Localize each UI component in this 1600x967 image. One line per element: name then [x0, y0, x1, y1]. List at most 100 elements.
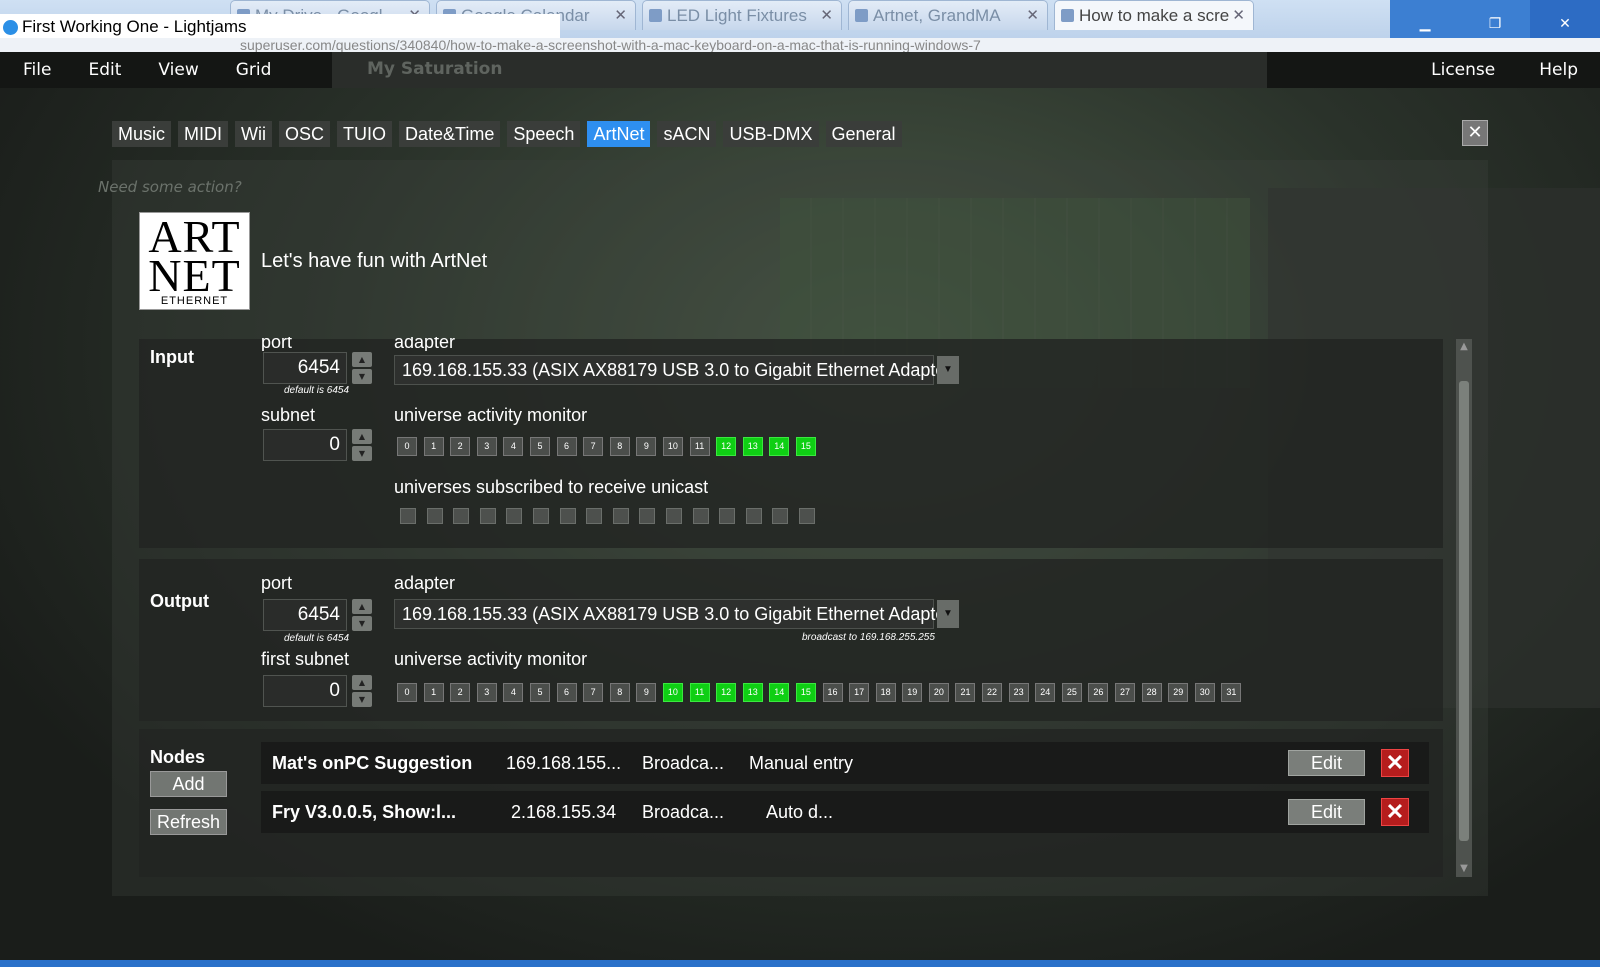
input-subnet-field[interactable]: 0 — [263, 429, 347, 461]
background-toolbar: My Saturation — [332, 52, 1267, 88]
stepper-down-icon[interactable]: ▼ — [352, 692, 372, 707]
edit-node-button[interactable]: Edit — [1288, 799, 1365, 825]
stepper-up-icon[interactable]: ▲ — [352, 675, 372, 690]
tab-music[interactable]: Music — [112, 121, 172, 147]
tab-general[interactable]: General — [825, 121, 902, 147]
menu-edit[interactable]: Edit — [65, 60, 135, 80]
tab-usb-dmx[interactable]: USB-DMX — [723, 121, 819, 147]
close-dialog-icon[interactable]: ✕ — [1462, 120, 1488, 146]
tab-osc[interactable]: OSC — [279, 121, 331, 147]
input-port-stepper[interactable]: ▲ ▼ — [352, 352, 372, 384]
unicast-checkbox[interactable] — [559, 508, 576, 524]
universe-indicator-active: 14 — [769, 683, 790, 702]
tab-midi[interactable]: MIDI — [178, 121, 229, 147]
input-unicast-label: universes subscribed to receive unicast — [394, 477, 709, 497]
universe-indicator: 4 — [503, 437, 524, 456]
need-action-text: Need some action? — [98, 178, 242, 196]
url-bar[interactable]: superuser.com/questions/340840/how-to-ma… — [0, 38, 1600, 52]
unicast-checkbox[interactable] — [639, 508, 656, 524]
input-adapter-label: adapter — [394, 337, 456, 351]
scroll-down-icon[interactable]: ▼ — [1456, 861, 1472, 877]
unicast-checkbox[interactable] — [719, 508, 736, 524]
tab-wii[interactable]: Wii — [235, 121, 273, 147]
tab-date-time[interactable]: Date&Time — [399, 121, 501, 147]
input-subnet-stepper[interactable]: ▲ ▼ — [352, 429, 372, 461]
universe-indicator: 0 — [397, 437, 417, 456]
stepper-up-icon[interactable]: ▲ — [352, 352, 372, 367]
unicast-checkbox[interactable] — [532, 508, 549, 524]
tab-sacn[interactable]: sACN — [657, 121, 717, 147]
unicast-checkbox[interactable] — [612, 508, 629, 524]
chevron-down-icon[interactable]: ▼ — [937, 600, 959, 628]
universe-indicator: 29 — [1168, 683, 1189, 702]
unicast-checkbox[interactable] — [400, 508, 416, 524]
chevron-down-icon[interactable]: ▼ — [937, 356, 959, 384]
universe-indicator-active: 13 — [742, 437, 763, 456]
universe-indicator: 9 — [636, 683, 657, 702]
input-label: Input — [150, 347, 194, 367]
universe-indicator: 21 — [955, 683, 976, 702]
universe-indicator: 4 — [503, 683, 524, 702]
close-tab-icon[interactable]: ✕ — [1026, 6, 1039, 24]
stepper-down-icon[interactable]: ▼ — [352, 369, 372, 384]
unicast-checkbox[interactable] — [426, 508, 443, 524]
unicast-checkbox[interactable] — [479, 508, 496, 524]
tab-tuio[interactable]: TUIO — [337, 121, 393, 147]
output-subnet-label: first subnet — [261, 649, 350, 669]
favicon-icon — [1061, 9, 1074, 22]
unicast-checkbox[interactable] — [692, 508, 709, 524]
stepper-up-icon[interactable]: ▲ — [352, 599, 372, 614]
delete-icon[interactable]: ✕ — [1381, 749, 1409, 777]
universe-indicator: 20 — [928, 683, 949, 702]
unicast-checkbox[interactable] — [745, 508, 762, 524]
universe-indicator: 6 — [556, 437, 577, 456]
edit-node-button[interactable]: Edit — [1288, 750, 1365, 776]
browser-tab[interactable]: LED Light Fixtures ✕ — [642, 0, 842, 30]
unicast-checkbox[interactable] — [506, 508, 523, 524]
stepper-up-icon[interactable]: ▲ — [352, 429, 372, 444]
universe-indicator: 23 — [1008, 683, 1029, 702]
scroll-up-icon[interactable]: ▲ — [1456, 339, 1472, 355]
input-monitor-label: universe activity monitor — [394, 405, 588, 425]
universe-indicator: 22 — [982, 683, 1003, 702]
stepper-down-icon[interactable]: ▼ — [352, 446, 372, 461]
universe-indicator: 3 — [476, 437, 497, 456]
input-adapter-select[interactable]: 169.168.155.33 (ASIX AX88179 USB 3.0 to … — [394, 355, 959, 385]
tab-speech[interactable]: Speech — [507, 121, 581, 147]
delete-icon[interactable]: ✕ — [1381, 798, 1409, 826]
dialog-scrollbar[interactable]: ▲ ▼ — [1456, 339, 1472, 877]
add-node-button[interactable]: Add — [150, 771, 227, 797]
node-row[interactable]: Fry V3.0.0.5, Show:l... 2.168.155.34 Bro… — [261, 791, 1429, 833]
node-row[interactable]: Mat's onPC Suggestion 169.168.155... Bro… — [261, 742, 1429, 784]
output-subnet-stepper[interactable]: ▲ ▼ — [352, 675, 372, 707]
menu-license[interactable]: License — [1409, 60, 1517, 80]
unicast-checkbox[interactable] — [453, 508, 470, 524]
input-port-field[interactable]: 6454 — [263, 352, 347, 384]
input-port-hint: default is 6454 — [284, 385, 350, 396]
menu-view[interactable]: View — [135, 60, 212, 80]
refresh-nodes-button[interactable]: Refresh — [150, 809, 227, 835]
browser-tab-active[interactable]: How to make a scre ✕ — [1054, 0, 1254, 30]
close-tab-icon[interactable]: ✕ — [614, 6, 627, 24]
output-port-field[interactable]: 6454 — [263, 599, 347, 631]
scrollbar-thumb[interactable] — [1459, 381, 1469, 841]
close-tab-icon[interactable]: ✕ — [1232, 6, 1245, 24]
unicast-checkbox[interactable] — [772, 508, 789, 524]
tab-artnet[interactable]: ArtNet — [587, 121, 651, 147]
output-adapter-select[interactable]: 169.168.155.33 (ASIX AX88179 USB 3.0 to … — [394, 599, 959, 629]
universe-indicator: 10 — [662, 437, 683, 456]
stepper-down-icon[interactable]: ▼ — [352, 616, 372, 631]
unicast-checkbox[interactable] — [665, 508, 682, 524]
close-tab-icon[interactable]: ✕ — [820, 6, 833, 24]
output-subnet-field[interactable]: 0 — [263, 675, 347, 707]
menu-file[interactable]: File — [0, 60, 65, 80]
universe-indicator: 8 — [609, 683, 630, 702]
menu-grid[interactable]: Grid — [213, 60, 286, 80]
unicast-checkbox[interactable] — [586, 508, 603, 524]
universe-indicator-active: 14 — [769, 437, 790, 456]
output-port-stepper[interactable]: ▲ ▼ — [352, 599, 372, 631]
menu-help[interactable]: Help — [1517, 60, 1600, 80]
universe-indicator-active: 12 — [716, 437, 737, 456]
browser-tab[interactable]: Artnet, GrandMA ✕ — [848, 0, 1048, 30]
unicast-checkbox[interactable] — [798, 508, 815, 524]
